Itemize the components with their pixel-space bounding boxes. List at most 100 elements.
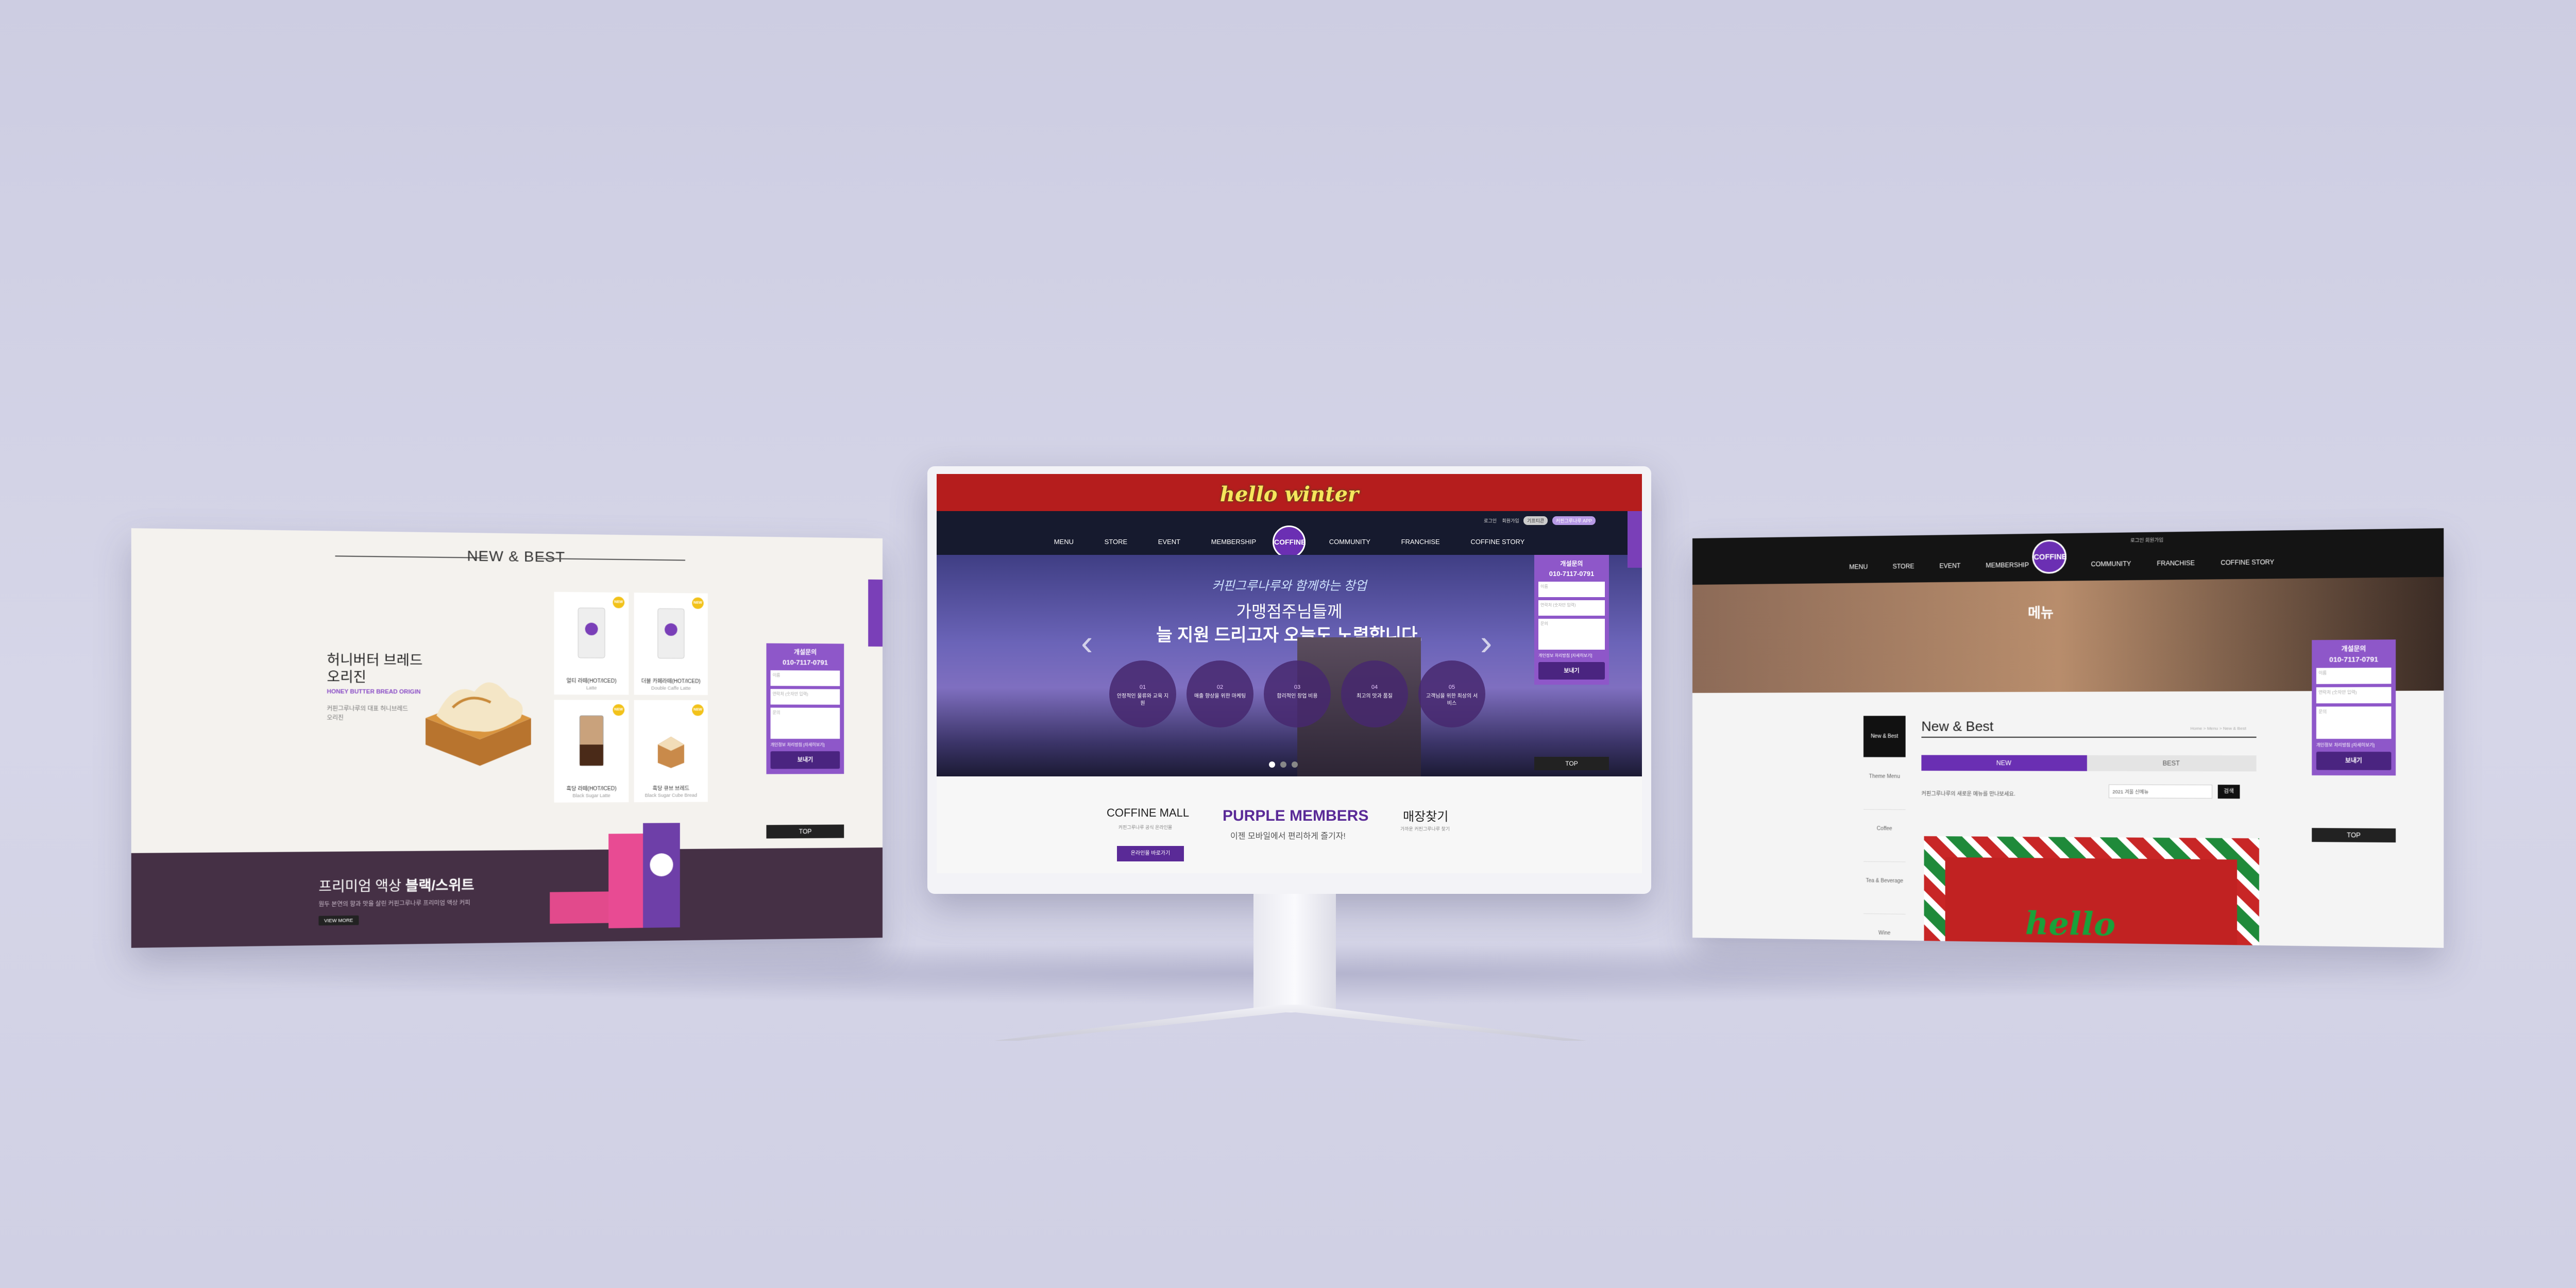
- product-card[interactable]: NEW 흑당 큐브 브레드 Black Sugar Cube Bread: [634, 700, 708, 802]
- benefit-number: 01: [1116, 684, 1169, 691]
- quick-links-section: COFFINE MALL 커핀그루나루 공식 온라인몰 온라인몰 바로가기 PU…: [937, 776, 1642, 873]
- inquiry-textarea[interactable]: 문의: [771, 708, 840, 739]
- product-name: 더블 카페라떼(HOT/ICED): [634, 676, 708, 685]
- page-title: New & Best: [1921, 718, 1993, 735]
- coffine-mall-title: COFFINE MALL: [1107, 806, 1189, 820]
- login-link[interactable]: 로그인: [1484, 518, 1497, 523]
- product-name-en: Double Caffe Latte: [634, 685, 708, 691]
- phone-input[interactable]: 연락처 (숫자만 입력): [1538, 600, 1605, 616]
- monitor-stand-base: [994, 1005, 1587, 1041]
- banner-title-bold: 블랙/스위트: [405, 877, 474, 893]
- send-button[interactable]: 보내기: [771, 751, 840, 769]
- nav-menu[interactable]: MENU: [1054, 538, 1074, 546]
- nav-menu[interactable]: MENU: [1849, 563, 1868, 571]
- nav-franchise[interactable]: FRANCHISE: [1401, 538, 1440, 546]
- product-card[interactable]: NEW 얼티 라떼(HOT/ICED) Latte: [554, 592, 629, 695]
- nav-community[interactable]: COMMUNITY: [1329, 538, 1370, 546]
- side-quick-tab[interactable]: [868, 580, 883, 647]
- consult-phone: 010-7117-0791: [771, 658, 840, 667]
- honey-bread-image[interactable]: [415, 659, 539, 766]
- search-button[interactable]: 검색: [2218, 785, 2240, 799]
- product-card[interactable]: NEW 흑당 라떼(HOT/ICED) Black Sugar Latte: [554, 700, 629, 802]
- sidebar-item-theme-menu[interactable]: Theme Menu: [1863, 757, 1906, 810]
- privacy-agree-checkbox[interactable]: 개인정보 처리방침 [자세히보기]: [771, 742, 840, 748]
- consult-phone: 010-7117-0791: [1538, 570, 1605, 578]
- nav-event[interactable]: EVENT: [1939, 562, 1960, 570]
- cube-bread-icon: [655, 713, 687, 768]
- phone-input[interactable]: 연락처 (숫자만 입력): [2316, 687, 2392, 704]
- slider-dot[interactable]: [1280, 761, 1286, 768]
- promo-card-text: hello: [2025, 905, 2115, 943]
- side-quick-tab[interactable]: [1628, 511, 1642, 568]
- product-name: 흑당 라떼(HOT/ICED): [554, 784, 629, 792]
- send-button[interactable]: 보내기: [1538, 662, 1605, 680]
- nav-membership[interactable]: MEMBERSHIP: [1211, 538, 1256, 546]
- nav-store[interactable]: STORE: [1105, 538, 1128, 546]
- view-more-button[interactable]: VIEW MORE: [318, 916, 359, 926]
- product-name: 얼티 라떼(HOT/ICED): [554, 676, 629, 684]
- nav-membership[interactable]: MEMBERSHIP: [1986, 561, 2029, 569]
- sidebar-item-tea-beverage[interactable]: Tea & Beverage: [1863, 862, 1906, 914]
- tab-best[interactable]: BEST: [2087, 755, 2257, 772]
- consult-phone: 010-7117-0791: [2316, 655, 2392, 664]
- nav-items: MENU STORE EVENT MEMBERSHIP COMMUNITY FR…: [1692, 556, 2444, 572]
- monitor-frame: hello winter 로그인 회원가입 기프티콘 커핀그루나루 APP ME…: [927, 466, 1651, 894]
- title-rule: [1921, 737, 2256, 738]
- banner-title: 프리미엄 액상 블랙/스위트: [318, 874, 474, 895]
- phone-input[interactable]: 연락처 (숫자만 입력): [771, 689, 840, 705]
- product-card[interactable]: NEW 더블 카페라떼(HOT/ICED) Double Caffe Latte: [634, 592, 708, 695]
- right-page-mockup: 로그인 회원가입 MENU STORE EVENT MEMBERSHIP COM…: [1692, 528, 2444, 948]
- top-button[interactable]: TOP: [766, 824, 844, 838]
- breadcrumb[interactable]: Home > Menu > New & Best: [2191, 726, 2246, 731]
- app-pill[interactable]: 커핀그루나루 APP: [1552, 516, 1596, 525]
- name-input[interactable]: 이름: [771, 670, 840, 686]
- liquid-coffee-package-image: [545, 823, 683, 942]
- benefit-text: 합리적인 창업 비용: [1277, 693, 1317, 699]
- christmas-promo-banner[interactable]: hello winter: [937, 474, 1642, 511]
- nav-community[interactable]: COMMUNITY: [2091, 560, 2131, 568]
- nav-event[interactable]: EVENT: [1158, 538, 1180, 546]
- product-name-en: Black Sugar Latte: [554, 793, 629, 799]
- privacy-agree-checkbox[interactable]: 개인정보 처리방침 [자세히보기]: [2316, 742, 2392, 749]
- sidebar-item-coffee[interactable]: Coffee: [1863, 810, 1906, 862]
- product-name: 흑당 큐브 브레드: [634, 784, 708, 792]
- inquiry-textarea[interactable]: 문의: [2316, 706, 2392, 739]
- benefit-text: 안정적인 물류와 교육 지원: [1117, 693, 1168, 706]
- slider-dot[interactable]: [1269, 761, 1275, 768]
- top-button[interactable]: TOP: [1534, 757, 1609, 770]
- inquiry-textarea[interactable]: 문의: [1538, 619, 1605, 650]
- nav-coffine-story[interactable]: COFFINE STORY: [2221, 558, 2274, 567]
- main-page-screen: hello winter 로그인 회원가입 기프티콘 커핀그루나루 APP ME…: [937, 474, 1642, 873]
- utility-links[interactable]: 로그인 회원가입: [2130, 536, 2163, 544]
- new-badge: NEW: [692, 704, 703, 716]
- slider-dot[interactable]: [1292, 761, 1298, 768]
- coffine-logo[interactable]: COFFINE: [1273, 526, 1306, 558]
- consult-title: 개설문의: [1538, 559, 1605, 568]
- promo-card-inner: hello: [1945, 857, 2238, 945]
- nav-franchise[interactable]: FRANCHISE: [2157, 560, 2195, 567]
- slider-next-icon[interactable]: ›: [1480, 622, 1492, 663]
- name-input[interactable]: 이름: [2316, 668, 2392, 684]
- left-page-mockup: NEW & BEST 허니버터 브레드 오리진 HONEY BUTTER BRE…: [131, 528, 883, 948]
- utility-links: 로그인 회원가입 기프티콘 커핀그루나루 APP: [1484, 516, 1596, 525]
- mall-shortcut-button[interactable]: 온라인몰 바로가기: [1117, 846, 1184, 861]
- promo-card-image[interactable]: hello: [1924, 836, 2259, 945]
- nav-coffine-story[interactable]: COFFINE STORY: [1470, 538, 1524, 546]
- join-link[interactable]: 회원가입: [1502, 518, 1519, 523]
- send-button[interactable]: 보내기: [2316, 752, 2392, 770]
- name-input[interactable]: 이름: [1538, 582, 1605, 597]
- nav-store[interactable]: STORE: [1893, 563, 1914, 570]
- sidebar-item-new-best[interactable]: New & Best: [1863, 716, 1906, 757]
- new-badge: NEW: [692, 598, 703, 609]
- purple-members-sub: 이젠 모바일에서 편리하게 즐기자!: [1230, 829, 1346, 841]
- gifticon-pill[interactable]: 기프티콘: [1523, 516, 1548, 525]
- slider-prev-icon[interactable]: ‹: [1081, 622, 1093, 663]
- top-button[interactable]: TOP: [2312, 828, 2396, 842]
- benefit-number: 05: [1426, 684, 1478, 691]
- consult-title: 개설문의: [771, 648, 840, 657]
- privacy-agree-checkbox[interactable]: 개인정보 처리방침 [자세히보기]: [1538, 653, 1605, 659]
- benefit-number: 04: [1348, 684, 1401, 691]
- tab-new[interactable]: NEW: [1921, 755, 2087, 771]
- season-select[interactable]: 2021 겨울 신메뉴: [2109, 784, 2212, 799]
- product-name-en: Black Sugar Cube Bread: [634, 792, 708, 798]
